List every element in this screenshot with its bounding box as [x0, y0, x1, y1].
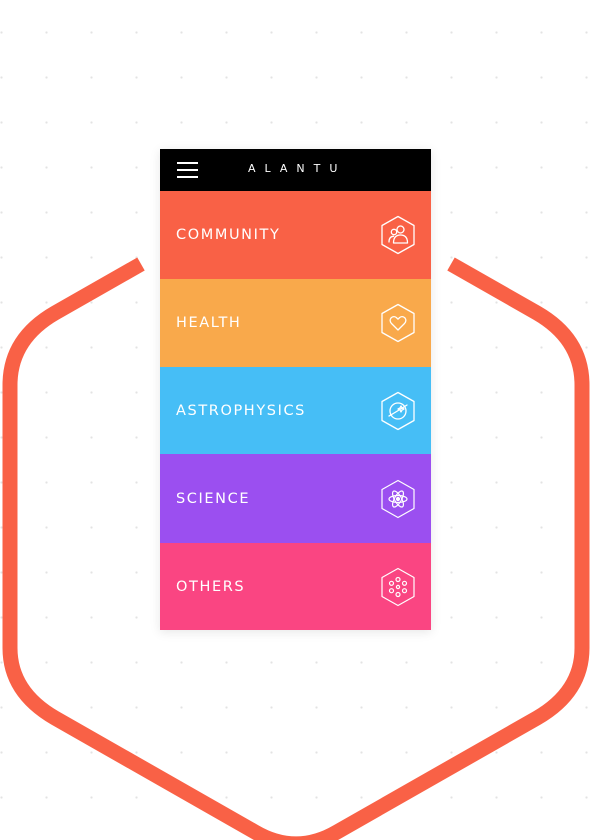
dots-icon — [380, 567, 416, 607]
menu-item-label: COMMUNITY — [176, 227, 281, 243]
menu-item-astrophysics[interactable]: ASTROPHYSICS — [160, 367, 431, 454]
app-logo: ALANTU — [248, 162, 347, 175]
hamburger-menu-icon[interactable] — [177, 161, 198, 179]
community-icon — [380, 215, 416, 255]
menu-item-health[interactable]: HEALTH — [160, 279, 431, 367]
menu-item-label: SCIENCE — [176, 490, 251, 507]
menu-item-community[interactable]: COMMUNITY — [160, 191, 431, 279]
mobile-app-screen: ALANTU COMMUNITY HEALTH ASTROPHYSICS SCI… — [160, 149, 431, 630]
menu-item-others[interactable]: OTHERS — [160, 543, 431, 630]
heart-icon — [380, 303, 416, 343]
menu-item-label: OTHERS — [176, 578, 246, 595]
menu-item-label: ASTROPHYSICS — [176, 402, 306, 419]
atom-icon — [380, 479, 416, 519]
planet-icon — [380, 391, 416, 431]
menu-item-label: HEALTH — [176, 315, 242, 331]
top-bar: ALANTU — [160, 149, 431, 191]
menu-item-science[interactable]: SCIENCE — [160, 454, 431, 543]
